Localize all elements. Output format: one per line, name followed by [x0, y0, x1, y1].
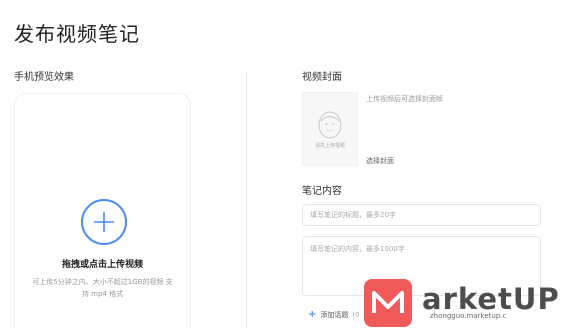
column-divider — [246, 72, 247, 328]
cover-placeholder-text: 请先上传视频 — [314, 142, 345, 149]
upload-hint: 可上传5分钟之内、大小不超过1GB的视频 支持 mp4 格式 — [32, 278, 173, 298]
add-topic-label: 添加话题 — [320, 310, 349, 319]
upload-title: 拖拽或点击上传视频 — [61, 260, 143, 270]
cover-label: 视频封面 — [302, 72, 342, 83]
mobile-preview-section: 手机预览效果 拖拽或点击上传视频 可上传5分钟之内、大小不超过1GB的视频 支持… — [14, 68, 199, 328]
plus-icon — [94, 212, 114, 232]
placeholder-avatar-icon — [318, 111, 342, 138]
select-cover-link[interactable]: 选择封面 — [366, 156, 394, 166]
cover-hint: 上传视频后可选择封面帧 — [366, 95, 443, 103]
note-title-input[interactable] — [302, 204, 541, 226]
preview-label: 手机预览效果 — [14, 72, 74, 83]
watermark-logo-icon — [364, 279, 412, 327]
page-title: 发布视频笔记 — [14, 22, 140, 46]
add-topic-hint: (0 — [352, 310, 360, 319]
add-icon: + — [308, 309, 317, 320]
cover-thumbnail[interactable]: 请先上传视频 — [302, 92, 358, 166]
add-topic-button[interactable]: + 添加话题 (0 — [308, 309, 360, 320]
phone-preview-frame[interactable]: 拖拽或点击上传视频 可上传5分钟之内、大小不超过1GB的视频 支持 mp4 格式 — [14, 93, 191, 328]
watermark-brand: arketUP — [422, 282, 560, 316]
watermark: arketUP zhongguo.marketup.c — [364, 276, 565, 328]
notes-label: 笔记内容 — [302, 186, 342, 197]
upload-video-button[interactable] — [81, 199, 127, 245]
watermark-sub: zhongguo.marketup.c — [430, 312, 507, 320]
